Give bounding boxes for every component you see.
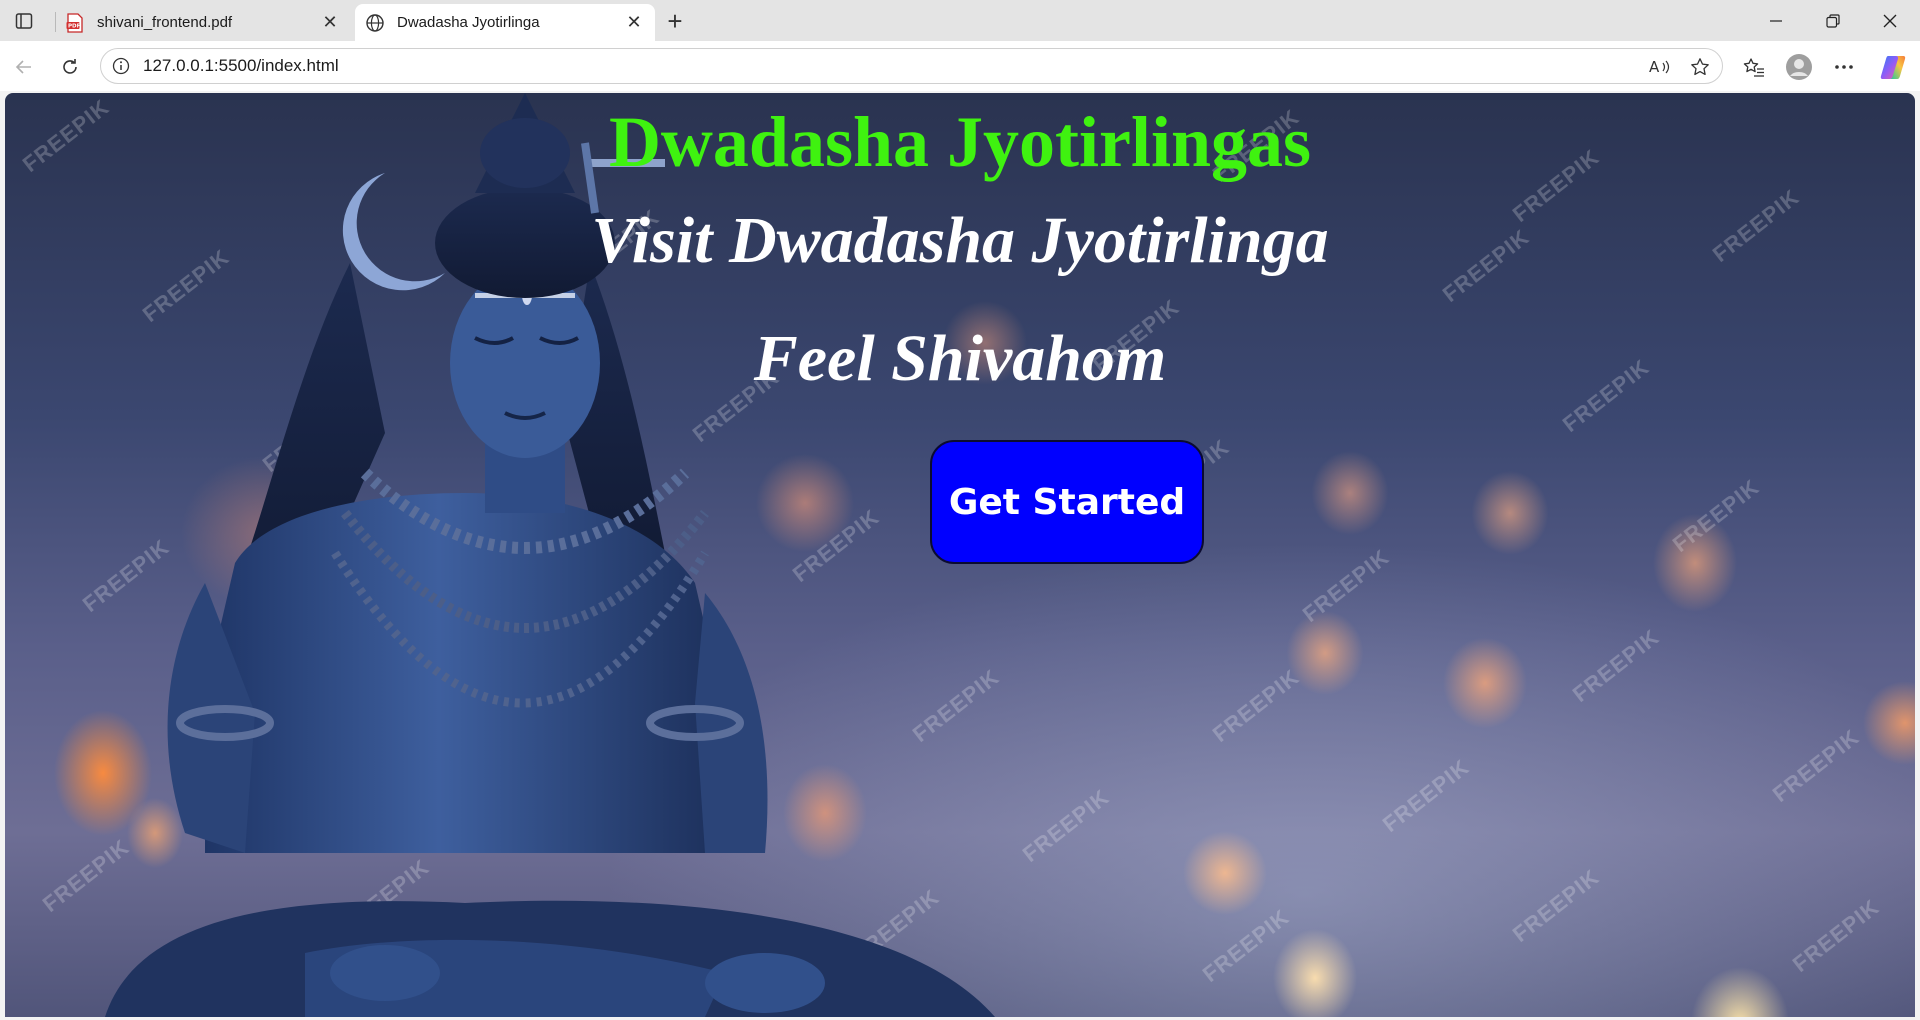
navigation-bar: A [0,41,1920,91]
restore-icon [1826,13,1840,28]
close-tab-icon[interactable]: ✕ [319,12,341,34]
back-button[interactable] [8,51,40,83]
tab-title: shivani_frontend.pdf [97,14,233,31]
minimize-button[interactable] [1748,0,1804,41]
new-tab-button[interactable]: + [660,6,690,36]
copilot-button[interactable] [1877,51,1909,83]
read-aloud-icon[interactable]: A [1649,56,1671,78]
pdf-icon: PDF [65,12,85,33]
close-window-button[interactable] [1862,0,1918,41]
tab-actions-button[interactable] [10,8,38,34]
tab-strip: PDF shivani_frontend.pdf ✕ Dwadasha Jyot… [0,0,1920,41]
close-icon [1883,14,1897,27]
globe-icon [365,13,385,33]
tab-dwadasha[interactable]: Dwadasha Jyotirlinga ✕ [355,4,655,41]
hero-tagline: Feel Shivahom [753,322,1167,395]
copilot-icon [1880,56,1906,79]
restore-button[interactable] [1805,0,1861,41]
tab-pdf[interactable]: PDF shivani_frontend.pdf ✕ [55,4,351,41]
svg-text:A: A [1649,58,1660,76]
minimize-icon [1770,19,1782,22]
page-title: Dwadasha Jyotirlingas [608,102,1312,182]
more-options-button[interactable] [1828,51,1860,83]
svg-text:PDF: PDF [68,23,81,29]
site-info-icon[interactable] [111,56,131,76]
page-viewport: FREEPIK FREEPIK FREEPIK FREEPIK FREEPIK … [5,93,1915,1017]
tab-title: Dwadasha Jyotirlinga [397,14,540,31]
hero-subtitle: Visit Dwadasha Jyotirlinga [591,204,1329,277]
refresh-icon [63,59,77,74]
more-horizontal-icon [1835,65,1853,69]
url-input[interactable] [141,55,1545,77]
address-bar[interactable]: A [100,48,1723,84]
favorites-icon [1743,58,1764,77]
favorite-star-icon[interactable] [1689,56,1711,78]
favorites-button[interactable] [1738,51,1770,83]
back-arrow-icon [15,60,31,74]
close-tab-icon[interactable]: ✕ [623,12,645,34]
refresh-button[interactable] [54,51,86,83]
sidebar-icon [15,13,33,29]
get-started-button[interactable]: Get Started [930,440,1204,564]
avatar-icon [1786,54,1812,80]
profile-button[interactable] [1783,51,1815,83]
